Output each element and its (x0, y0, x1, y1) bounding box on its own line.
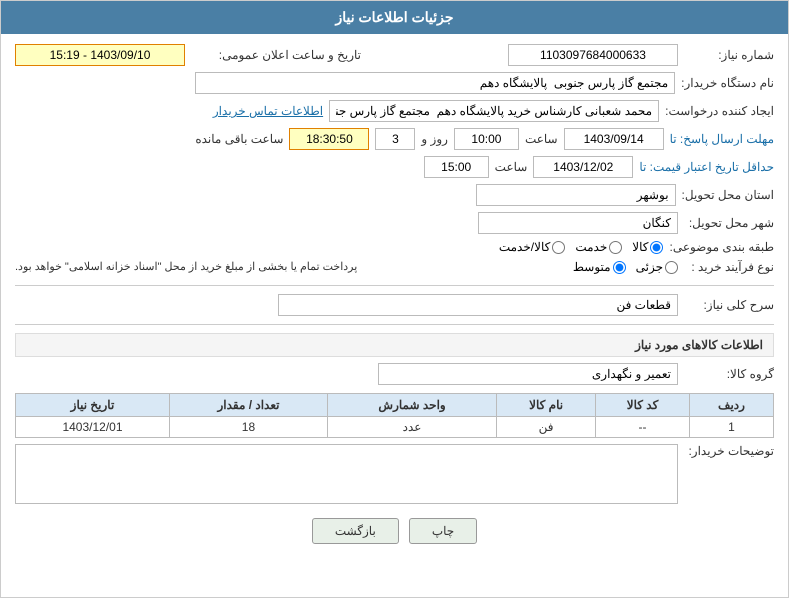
sarh-input[interactable] (278, 294, 678, 316)
tabaqe-kala[interactable]: کالا (632, 240, 663, 254)
page-title: جزئیات اطلاعات نیاز (335, 9, 453, 25)
row-nam-dastgah: نام دستگاه خریدار: (15, 72, 774, 94)
contact-link[interactable]: اطلاعات تماس خریدار (213, 104, 323, 118)
shomara-niaz-input[interactable] (508, 44, 678, 66)
col-radif: ردیف (689, 394, 773, 417)
cell-vahed: عدد (328, 417, 497, 438)
jadval-saaat-label: ساعت (495, 160, 528, 174)
mohlat-time-input[interactable] (454, 128, 519, 150)
jadval-label: حداقل تاریخ اعتبار قیمت: تا (639, 160, 774, 174)
saaat-label: ساعت (525, 132, 558, 146)
col-vahed: واحد شمارش (328, 394, 497, 417)
print-button[interactable]: چاپ (409, 518, 477, 544)
notes-textarea[interactable] (15, 444, 678, 504)
rooz-label: روز و (421, 132, 448, 146)
shahr-input[interactable] (478, 212, 678, 234)
page-container: جزئیات اطلاعات نیاز شماره نیاز: تاریخ و … (0, 0, 789, 598)
ostan-label: استان محل تحویل: (682, 188, 774, 202)
ostan-input[interactable] (476, 184, 676, 206)
tabaqe-khedmat-label: خدمت (575, 240, 607, 254)
creator-input[interactable] (329, 100, 659, 122)
tabaqe-radio-group: کالا خدمت کالا/خدمت (499, 240, 664, 254)
tabaqe-khedmat-radio[interactable] (609, 241, 622, 254)
cell-kod: -- (596, 417, 690, 438)
nooe-radio-group: جزئی متوسط (573, 260, 678, 274)
row-jadval: حداقل تاریخ اعتبار قیمت: تا ساعت (15, 156, 774, 178)
back-button[interactable]: بازگشت (312, 518, 399, 544)
jadval-date-input[interactable] (533, 156, 633, 178)
table-row: 1 -- فن عدد 18 1403/12/01 (16, 417, 774, 438)
mohlat-label: مهلت ارسال پاسخ: تا (670, 132, 774, 146)
nooe-mota-label: متوسط (573, 260, 611, 274)
nam-dastgah-label: نام دستگاه خریدار: (681, 76, 774, 90)
nooe-jozi-radio[interactable] (665, 261, 678, 274)
jadval-time-input[interactable] (424, 156, 489, 178)
notes-label: توضیحات خریدار: (684, 444, 774, 458)
nooe-label: نوع فرآیند خرید : (684, 260, 774, 274)
tabaqe-label: طبقه بندی موضوعی: (669, 240, 774, 254)
items-table-section: ردیف کد کالا نام کالا واحد شمارش تعداد /… (15, 393, 774, 438)
cell-tarikh: 1403/12/01 (16, 417, 170, 438)
tabaqe-kala-khedmat[interactable]: کالا/خدمت (499, 240, 565, 254)
mohlat-days-input[interactable] (375, 128, 415, 150)
row-tabaqe: طبقه بندی موضوعی: کالا خدمت کالا/خدمت (15, 240, 774, 254)
row-shomara-tarikh: شماره نیاز: تاریخ و ساعت اعلان عمومی: (15, 44, 774, 66)
row-mohlat: مهلت ارسال پاسخ: تا ساعت روز و ساعت باقی… (15, 128, 774, 150)
group-label: گروه کالا: (684, 367, 774, 381)
sarh-label: سرح کلی نیاز: (684, 298, 774, 312)
group-input[interactable] (378, 363, 678, 385)
tabaqe-kalakhedmat-label: کالا/خدمت (499, 240, 550, 254)
tabaqe-khedmat[interactable]: خدمت (575, 240, 622, 254)
col-kod: کد کالا (596, 394, 690, 417)
mohlat-date-input[interactable] (564, 128, 664, 150)
items-table: ردیف کد کالا نام کالا واحد شمارش تعداد /… (15, 393, 774, 438)
main-content: شماره نیاز: تاریخ و ساعت اعلان عمومی: نا… (1, 34, 788, 564)
nooe-mota-radio[interactable] (613, 261, 626, 274)
nooe-mota[interactable]: متوسط (573, 260, 626, 274)
nooe-jozi[interactable]: جزئی (636, 260, 678, 274)
cell-name: فن (497, 417, 596, 438)
bottom-buttons: چاپ بازگشت (15, 518, 774, 544)
nooe-jozi-label: جزئی (636, 260, 663, 274)
divider1 (15, 285, 774, 286)
row-shahr: شهر محل تحویل: (15, 212, 774, 234)
page-header: جزئیات اطلاعات نیاز (1, 1, 788, 34)
note-text: پرداخت تمام یا بخشی از مبلغ خرید از محل … (15, 260, 357, 273)
tarikh-label: تاریخ و ساعت اعلان عمومی: (191, 48, 361, 62)
tabaqe-kala-label: کالا (632, 240, 648, 254)
col-tedad: تعداد / مقدار (169, 394, 327, 417)
tabaqe-kalakhedmat-radio[interactable] (552, 241, 565, 254)
divider2 (15, 324, 774, 325)
shomara-niaz-label: شماره نیاز: (684, 48, 774, 62)
row-ostan: استان محل تحویل: (15, 184, 774, 206)
shahr-label: شهر محل تحویل: (684, 216, 774, 230)
remaining-label: ساعت باقی مانده (195, 132, 283, 146)
tabaqe-kala-radio[interactable] (650, 241, 663, 254)
creator-label: ایجاد کننده درخواست: (665, 104, 774, 118)
cell-tedad: 18 (169, 417, 327, 438)
row-creator: ایجاد کننده درخواست: اطلاعات تماس خریدار (15, 100, 774, 122)
row-nooe: نوع فرآیند خرید : جزئی متوسط پرداخت تمام… (15, 260, 774, 277)
col-tarikh: تاریخ نیاز (16, 394, 170, 417)
nam-dastgah-input[interactable] (195, 72, 675, 94)
tarikh-input[interactable] (15, 44, 185, 66)
notes-row: توضیحات خریدار: (15, 444, 774, 504)
row-group: گروه کالا: (15, 363, 774, 385)
mohlat-remaining-input[interactable] (289, 128, 369, 150)
col-name: نام کالا (497, 394, 596, 417)
info-section-title: اطلاعات کالاهای مورد نیاز (15, 333, 774, 357)
cell-radif: 1 (689, 417, 773, 438)
row-sarh: سرح کلی نیاز: (15, 294, 774, 316)
